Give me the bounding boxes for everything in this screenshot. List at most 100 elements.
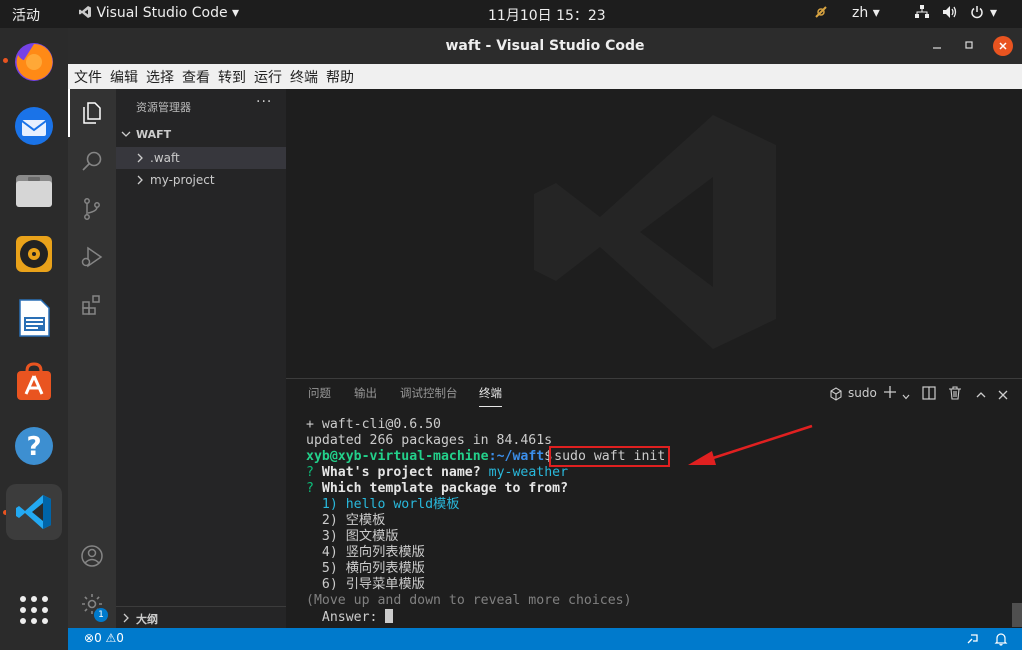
manage-gear-icon[interactable]: 1 <box>68 580 116 628</box>
highlighted-command: sudo waft init <box>549 446 671 467</box>
choice-item: 4) 竖向列表模版 <box>306 545 425 560</box>
activities-button[interactable]: 活动 <box>12 5 40 25</box>
choice-item: 5) 横向列表模版 <box>306 561 425 576</box>
feedback-icon[interactable] <box>966 632 980 649</box>
app-menu[interactable]: Visual Studio Code ▾ <box>78 5 239 21</box>
terminal-output[interactable]: + waft-cli@0.6.50 updated 266 packages in… <box>306 417 671 626</box>
menu-terminal[interactable]: 终端 <box>286 64 322 87</box>
chevron-down-icon: ▾ <box>232 5 240 21</box>
clock[interactable]: 11月10日 15：23 <box>488 5 606 25</box>
explorer-sidebar: 资源管理器 ··· WAFT .waft my-project 大纲 <box>116 89 286 628</box>
question-answer: my-weather <box>488 465 569 480</box>
question-text: What's project name? <box>313 465 489 480</box>
chevron-down-icon[interactable] <box>901 387 911 406</box>
app-menu-label: Visual Studio Code <box>96 5 228 21</box>
tab-debug-console[interactable]: 调试控制台 <box>400 385 458 401</box>
bottom-panel: 问题 输出 调试控制台 终端 sudo + waft-cli@0.6.50 upd… <box>286 378 1022 628</box>
warning-icon: ⚠ <box>105 631 117 645</box>
vscode-watermark-icon <box>534 115 776 349</box>
vscode-dock-icon[interactable] <box>6 484 62 540</box>
outline-section[interactable]: 大纲 <box>116 606 286 628</box>
prompt-user: xyb@xyb-virtual-machine <box>306 449 489 464</box>
error-count: 0 <box>94 631 102 645</box>
bell-icon[interactable] <box>994 632 1008 649</box>
terminal-shell-label[interactable]: sudo <box>848 386 877 400</box>
window-title-bar[interactable]: waft - Visual Studio Code <box>68 28 1022 64</box>
help-icon[interactable]: ? <box>10 422 58 470</box>
explorer-icon[interactable] <box>68 89 116 137</box>
volume-icon[interactable] <box>942 5 958 23</box>
question-line: ? What's project name? my-weather <box>306 465 667 481</box>
problems-status[interactable]: ⊗0 ⚠0 <box>84 631 124 645</box>
minimize-icon[interactable] <box>932 28 942 64</box>
prompt-path: :~/waft <box>488 449 545 464</box>
add-terminal-icon[interactable] <box>882 384 898 404</box>
thunderbird-icon[interactable] <box>10 102 58 150</box>
activity-bar: 1 <box>68 89 116 628</box>
tree-item-label: my-project <box>150 173 215 187</box>
network-icon[interactable] <box>914 5 930 23</box>
menu-view[interactable]: 查看 <box>178 64 214 87</box>
account-icon[interactable] <box>68 532 116 580</box>
menu-selection[interactable]: 选择 <box>142 64 178 87</box>
question-mark: ? <box>306 481 314 496</box>
input-method[interactable]: zh ▾ <box>852 5 880 21</box>
menu-go[interactable]: 转到 <box>214 64 250 87</box>
question-text: Which template package to from? <box>313 481 569 496</box>
chevron-down-icon <box>120 128 132 143</box>
libreoffice-writer-icon[interactable] <box>10 294 58 342</box>
answer-label: Answer: <box>306 610 386 625</box>
system-top-bar: 活动 Visual Studio Code ▾ 11月10日 15：23 zh … <box>0 0 1022 28</box>
menu-file[interactable]: 文件 <box>70 64 106 87</box>
chevron-up-icon[interactable] <box>975 386 987 405</box>
search-icon[interactable] <box>68 137 116 185</box>
prompt-line: xyb@xyb-virtual-machine:~/waft$ sudo waft… <box>306 446 671 467</box>
editor-area[interactable] <box>286 89 1022 378</box>
warning-count: 0 <box>116 631 124 645</box>
extensions-icon[interactable] <box>68 281 116 329</box>
more-actions-icon[interactable]: ··· <box>256 94 272 110</box>
folder-header[interactable]: WAFT <box>116 125 286 145</box>
trash-icon[interactable] <box>948 385 962 404</box>
terminal-line: updated 266 packages in 84.461s <box>306 433 553 448</box>
outline-label: 大纲 <box>136 613 158 626</box>
answer-line: Answer: <box>306 609 667 626</box>
choice-item: 2) 空模板 <box>306 513 386 528</box>
firefox-icon[interactable] <box>10 38 58 86</box>
menu-bar: 文件 编辑 选择 查看 转到 运行 终端 帮助 <box>68 64 1022 89</box>
input-method-label: zh <box>852 5 869 21</box>
tree-item-label: .waft <box>150 151 180 165</box>
split-terminal-icon[interactable] <box>922 385 936 404</box>
chevron-down-icon[interactable]: ▾ <box>990 5 997 21</box>
sidebar-title: 资源管理器 <box>136 101 191 114</box>
hint-line: (Move up and down to reveal more choices… <box>306 593 632 608</box>
close-panel-icon[interactable] <box>997 386 1009 405</box>
terminal-line: + waft-cli@0.6.50 <box>306 417 441 432</box>
show-applications-icon[interactable] <box>10 586 58 634</box>
menu-help[interactable]: 帮助 <box>322 64 358 87</box>
error-icon: ⊗ <box>84 631 95 645</box>
files-icon[interactable] <box>10 166 58 214</box>
tab-problems[interactable]: 问题 <box>308 385 331 401</box>
vscode-small-icon <box>79 6 91 18</box>
night-light-icon[interactable] <box>814 5 828 23</box>
menu-edit[interactable]: 编辑 <box>106 64 142 87</box>
terminal-cursor <box>385 609 394 623</box>
update-badge: 1 <box>94 608 108 622</box>
window-title: waft - Visual Studio Code <box>445 38 645 54</box>
power-icon[interactable] <box>970 5 984 23</box>
menu-run[interactable]: 运行 <box>250 64 286 87</box>
choice-item: 3) 图文模版 <box>306 529 399 544</box>
tree-item-my-project[interactable]: my-project <box>116 169 286 191</box>
maximize-icon[interactable] <box>964 28 974 64</box>
close-icon[interactable] <box>993 36 1013 56</box>
terminal-scrollbar[interactable] <box>1012 603 1022 627</box>
tree-item-waft[interactable]: .waft <box>116 147 286 169</box>
choice-item-selected: 1) hello world模板 <box>306 497 460 512</box>
rhythmbox-icon[interactable] <box>10 230 58 278</box>
software-center-icon[interactable] <box>10 358 58 406</box>
run-debug-icon[interactable] <box>68 233 116 281</box>
source-control-icon[interactable] <box>68 185 116 233</box>
tab-output[interactable]: 输出 <box>354 385 377 401</box>
tab-terminal[interactable]: 终端 <box>479 385 502 407</box>
